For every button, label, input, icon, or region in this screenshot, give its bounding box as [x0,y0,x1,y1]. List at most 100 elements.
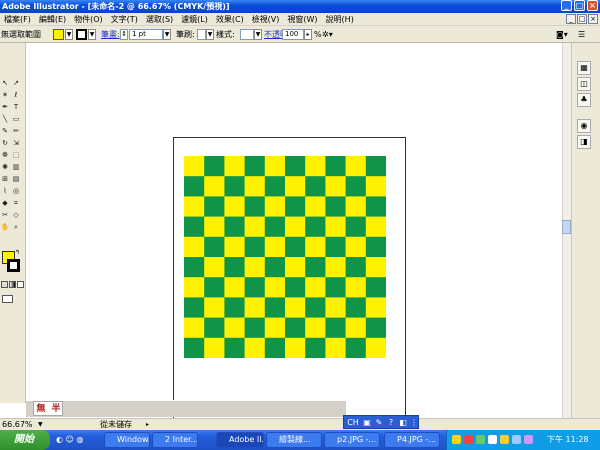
checker-cell[interactable] [244,236,266,258]
checker-cell[interactable] [204,337,225,358]
checker-cell[interactable] [264,297,286,318]
checker-cell[interactable] [345,337,367,358]
checker-cell[interactable] [325,297,346,318]
pen-tool-icon[interactable]: ✒ [0,103,10,112]
checker-cell[interactable] [325,277,346,298]
checker-cell[interactable] [224,196,245,217]
status-menu-icon[interactable]: ▸ [146,419,149,430]
checker-cell[interactable] [365,317,386,339]
checker-cell[interactable] [365,236,386,258]
checker-cell[interactable] [244,196,266,217]
zoom-dropdown-icon[interactable]: ▼ [38,419,43,430]
color-mode-icon[interactable] [1,281,8,288]
fill-dropdown-icon[interactable]: ▼ [65,29,73,40]
rotate-tool-icon[interactable]: ↻ [0,139,10,148]
checker-cell[interactable] [285,216,306,238]
magic-wand-tool-icon[interactable]: ✶ [0,91,10,100]
menu-effect[interactable]: 效果(C) [212,14,248,25]
taskbar-item-p4[interactable]: P4.JPG -... [384,432,440,448]
checker-cell[interactable] [285,297,306,318]
stroke-color-indicator[interactable] [7,259,20,272]
checker-cell[interactable] [204,277,225,298]
tray-shield-icon[interactable] [452,435,461,444]
tray-volume-icon[interactable] [488,435,497,444]
checker-cell[interactable] [244,277,266,298]
checker-cell[interactable] [264,196,286,217]
warp-tool-icon[interactable]: ❁ [0,151,10,160]
checker-cell[interactable] [244,216,266,238]
checker-cell[interactable] [244,176,266,197]
panel-layers-icon[interactable]: ◨ [577,135,591,149]
checker-cell[interactable] [244,257,266,278]
checker-cell[interactable] [305,317,326,339]
stroke-swatch[interactable] [76,29,87,40]
langbar-menu-icon[interactable]: ⋮ [410,417,418,428]
tray-antivirus-icon[interactable] [464,435,473,444]
checker-cell[interactable] [184,277,205,298]
ime-indicator[interactable]: 無 半 [33,401,63,416]
checker-cell[interactable] [204,317,225,339]
eraser-tool-icon[interactable]: ◇ [11,211,21,220]
options-icon[interactable]: ✲▾ [322,29,333,40]
checker-cell[interactable] [264,236,286,258]
checker-cell[interactable] [365,257,386,278]
style-dropdown-icon[interactable]: ▼ [254,29,262,40]
checker-cell[interactable] [224,337,245,358]
checker-cell[interactable] [204,176,225,197]
checker-cell[interactable] [305,176,326,197]
checker-cell[interactable] [365,216,386,238]
checker-cell[interactable] [224,317,245,339]
ime-tools-icon[interactable]: ✎ [374,417,384,428]
doc-close-button[interactable]: × [588,14,598,24]
checker-cell[interactable] [345,196,367,217]
fill-swatch[interactable] [53,29,64,40]
taskbar-item-illustrator[interactable]: Adobe Il... [216,432,264,448]
checker-cell[interactable] [325,216,346,238]
stroke-weight-dropdown-icon[interactable]: ▼ [163,29,171,40]
ime-options-icon[interactable]: ◧ [398,417,408,428]
eyedropper-tool-icon[interactable]: ⌇ [0,187,10,196]
checker-cell[interactable] [365,297,386,318]
hand-tool-icon[interactable]: ✋ [0,223,10,232]
checker-cell[interactable] [365,156,386,177]
swap-colors-icon[interactable]: ↰ [15,249,23,257]
live-paint-tool-icon[interactable]: ◆ [0,199,10,208]
stroke-stepper[interactable]: ⇕ [120,29,128,40]
checker-cell[interactable] [204,216,225,238]
panel-symbols-icon[interactable]: ♣ [577,93,591,107]
camera-icon[interactable]: ◙▾ [556,29,568,40]
checker-cell[interactable] [345,216,367,238]
checker-cell[interactable] [264,337,286,358]
menu-file[interactable]: 檔案(F) [0,14,35,25]
vertical-scroll-thumb[interactable] [562,220,571,234]
menu-edit[interactable]: 編輯(E) [35,14,70,25]
tray-messenger-icon[interactable] [500,435,509,444]
taskbar-item-internet[interactable]: 2 Inter... [152,432,198,448]
checker-cell[interactable] [325,236,346,258]
menu-object[interactable]: 物件(O) [70,14,107,25]
checker-cell[interactable] [285,257,306,278]
selection-tool-icon[interactable]: ↖ [0,79,10,88]
checker-cell[interactable] [184,196,205,217]
symbol-sprayer-tool-icon[interactable]: ✺ [0,163,10,172]
checker-cell[interactable] [305,297,326,318]
checker-cell[interactable] [325,337,346,358]
graph-tool-icon[interactable]: ▥ [11,163,21,172]
checker-cell[interactable] [264,156,286,177]
checker-cell[interactable] [325,317,346,339]
ime-mode-glyph[interactable]: 無 [34,403,48,415]
free-transform-tool-icon[interactable]: ⬚ [11,151,21,160]
direct-selection-tool-icon[interactable]: ↗ [11,79,21,88]
checker-cell[interactable] [224,156,245,177]
panel-brushes-icon[interactable]: ◫ [577,77,591,91]
checker-cell[interactable] [325,257,346,278]
doc-minimize-button[interactable]: _ [566,14,576,24]
panel-stroke-icon[interactable]: ◉ [577,119,591,133]
ime-width-glyph[interactable]: 半 [49,403,63,415]
checker-cell[interactable] [184,176,205,197]
checker-cell[interactable] [285,337,306,358]
checker-cell[interactable] [264,257,286,278]
checker-cell[interactable] [345,277,367,298]
checker-cell[interactable] [365,337,386,358]
checkerboard[interactable] [184,156,386,358]
